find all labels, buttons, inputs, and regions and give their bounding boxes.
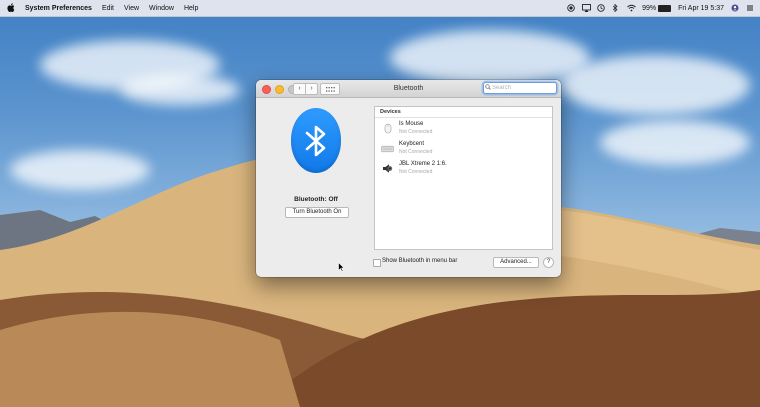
bluetooth-status: Bluetooth: Off [294,196,338,203]
mouse-cursor-icon [338,262,345,272]
device-status: Not Connected [399,169,433,175]
bluetooth-logo-icon [291,108,341,173]
help-button[interactable]: ? [543,257,554,268]
menu-app-name[interactable]: System Preferences [20,5,97,12]
window-titlebar[interactable]: ‹ › Bluetooth [256,80,561,98]
list-item[interactable]: Is Mouse Not Connected [375,118,552,138]
keyboard-icon [381,143,394,154]
device-name: JBL Xtreme 2 1:6. [399,161,447,167]
list-item[interactable]: Keybcent Not Connected [375,138,552,158]
speaker-icon [381,163,394,174]
battery-icon [658,4,672,12]
menu-view[interactable]: View [119,5,144,12]
user-icon[interactable] [731,4,739,12]
turn-bluetooth-on-button[interactable]: Turn Bluetooth On [285,207,349,218]
time-machine-icon[interactable] [597,4,605,12]
window-footer: Show Bluetooth in menu bar Advanced... ? [256,256,561,272]
device-name: Keybcent [399,141,425,147]
wifi-icon[interactable] [627,4,636,12]
devices-list[interactable]: Devices Is Mouse Not Connected Keybcent … [374,106,553,250]
menu-edit[interactable]: Edit [97,5,119,12]
device-status: Not Connected [399,149,433,155]
control-center-icon[interactable] [746,4,754,12]
bluetooth-preferences-window: ‹ › Bluetooth Search Bluetooth: Off Turn… [256,80,561,277]
airplay-icon[interactable] [582,4,592,12]
show-in-menu-bar-label[interactable]: Show Bluetooth in menu bar [382,258,457,264]
clock[interactable]: Fri Apr 19 5:37 [678,5,724,12]
show-in-menu-bar-checkbox[interactable] [373,259,381,267]
battery-percent: 99% [642,4,657,12]
mouse-icon [381,123,394,134]
search-input[interactable] [492,85,552,91]
device-status: Not Connected [399,129,433,135]
search-icon [484,84,492,92]
menu-bar: System Preferences Edit View Window Help… [0,0,760,17]
menu-window[interactable]: Window [144,5,179,12]
apple-icon[interactable] [2,2,20,14]
battery-indicator[interactable]: 99% [642,4,672,12]
record-icon[interactable] [567,4,575,12]
bluetooth-icon[interactable] [612,3,620,13]
search-field[interactable] [483,82,557,94]
devices-header: Devices [375,107,552,118]
advanced-button[interactable]: Advanced... [493,257,539,268]
device-name: Is Mouse [399,121,424,127]
menu-help[interactable]: Help [179,5,203,12]
list-item[interactable]: JBL Xtreme 2 1:6. Not Connected [375,158,552,178]
